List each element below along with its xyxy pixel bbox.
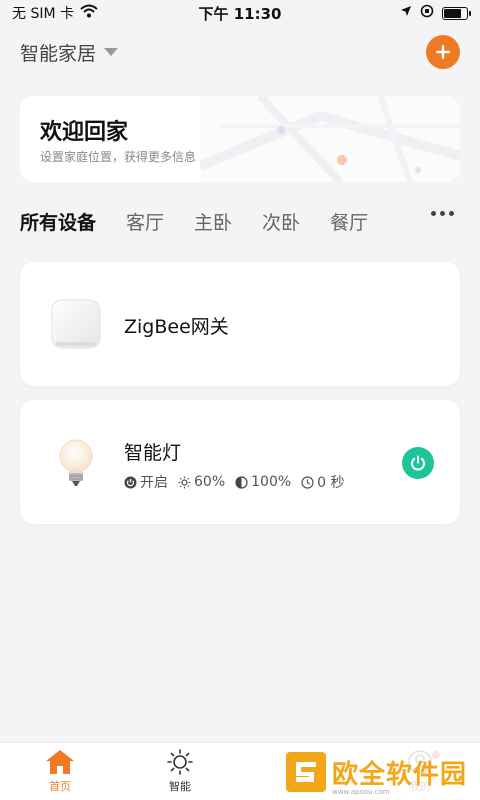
tab-living-room[interactable]: 客厅 (126, 208, 164, 235)
carrier-label: 无 SIM 卡 (12, 6, 74, 22)
welcome-subtitle: 设置家庭位置，获得更多信息 (40, 150, 197, 164)
watermark-text: 欧全软件园 (332, 759, 468, 790)
brightness-icon (178, 476, 191, 488)
brightness-stat: 60% (178, 474, 225, 490)
home-selector[interactable]: 智能家居 (20, 39, 96, 66)
site-watermark: 欧全软件园 www.apoou.com (282, 748, 474, 796)
welcome-card[interactable]: 欢迎回家 设置家庭位置，获得更多信息 (20, 96, 460, 182)
nav-home[interactable]: 首页 (0, 743, 120, 800)
color-temp-value: 100% (251, 474, 292, 490)
power-state: 开启 (140, 475, 168, 491)
location-icon (400, 5, 412, 21)
device-card-light[interactable]: 智能灯 开启 60% 100% 0 秒 (20, 400, 460, 524)
caret-down-icon[interactable] (104, 48, 119, 56)
device-name: ZigBee网关 (124, 316, 229, 338)
top-header: 智能家居 (20, 34, 460, 70)
device-name: 智能灯 (124, 442, 182, 464)
status-right (400, 4, 471, 22)
battery-fill (444, 8, 462, 18)
brightness-value: 60% (194, 474, 226, 490)
plus-icon (436, 45, 450, 59)
timer-stat: 0 秒 (301, 472, 345, 492)
contrast-icon (235, 475, 248, 489)
status-bar: 无 SIM 卡 下午 11:30 (0, 0, 480, 26)
power-icon (411, 455, 425, 471)
nav-smart-label: 智能 (169, 780, 191, 793)
power-small-icon (124, 476, 137, 488)
nav-home-label: 首页 (49, 780, 71, 793)
tab-all-devices[interactable]: 所有设备 (20, 208, 96, 235)
watermark-url: www.apoou.com (332, 788, 390, 796)
status-left: 无 SIM 卡 (12, 3, 98, 23)
room-tabs: 所有设备 客厅 主卧 次卧 餐厅 (20, 204, 460, 238)
color-temp-stat: 100% (235, 474, 291, 490)
device-card-gateway[interactable]: ZigBee网关 (20, 262, 460, 386)
add-device-button[interactable] (426, 35, 460, 69)
tab-dining-room[interactable]: 餐厅 (330, 208, 368, 235)
battery-icon (442, 6, 471, 20)
watermark-logo (286, 752, 326, 792)
more-rooms-icon[interactable] (431, 211, 454, 216)
tab-master-bedroom[interactable]: 主卧 (194, 208, 232, 235)
nav-smart[interactable]: 智能 (120, 743, 240, 800)
tab-second-bedroom[interactable]: 次卧 (262, 208, 300, 235)
power-toggle-button[interactable] (402, 447, 434, 479)
orientation-lock-icon (420, 4, 434, 22)
bulb-icon (59, 439, 93, 486)
clock-icon (301, 475, 314, 489)
welcome-title: 欢迎回家 (40, 120, 129, 145)
gateway-icon (51, 299, 101, 349)
timer-value: 0 秒 (317, 475, 345, 491)
map-background (200, 96, 460, 182)
sun-icon (167, 749, 193, 775)
home-icon (46, 750, 74, 774)
device-status-row: 开启 60% 100% 0 秒 (124, 472, 345, 492)
power-stat: 开启 (124, 472, 168, 492)
wifi-icon (80, 4, 98, 22)
